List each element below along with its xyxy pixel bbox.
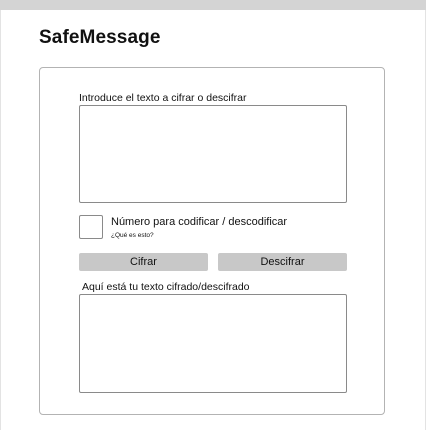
number-label: Número para codificar / descodificar [111, 216, 288, 228]
number-input[interactable] [79, 215, 103, 239]
output-text-label: Aquí está tu texto cifrado/descifrado [82, 281, 250, 293]
app-title: SafeMessage [39, 27, 161, 48]
window-edge-left [0, 10, 1, 430]
output-text-area[interactable] [79, 294, 347, 393]
input-text-area[interactable] [79, 105, 347, 203]
encrypt-button[interactable]: Cifrar [79, 253, 208, 271]
top-bar [0, 0, 426, 10]
decrypt-button[interactable]: Descifrar [218, 253, 347, 271]
what-is-this-link[interactable]: ¿Qué es esto? [111, 232, 154, 239]
input-text-label: Introduce el texto a cifrar o descifrar [79, 92, 247, 104]
